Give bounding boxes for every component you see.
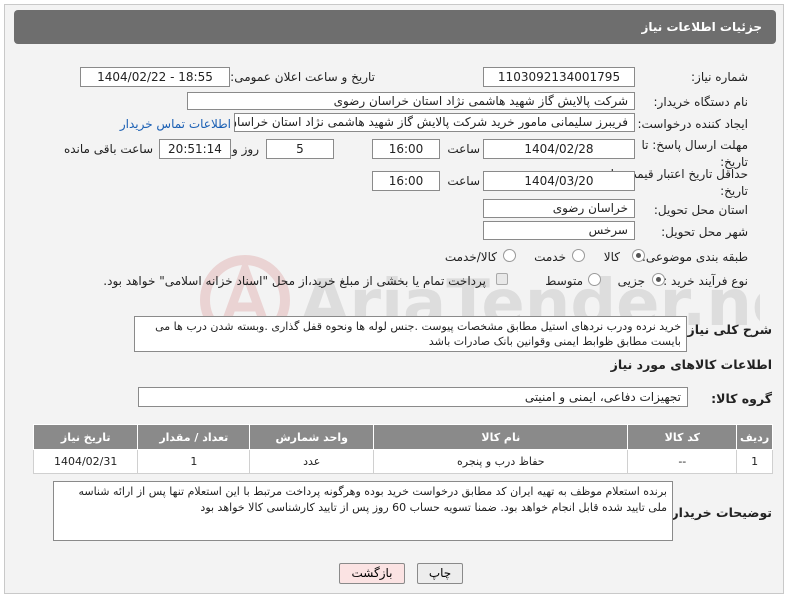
buyer-org-label: نام دستگاه خریدار: — [653, 95, 749, 109]
col-qty: تعداد / مقدار — [137, 424, 251, 450]
process-radio-medium[interactable] — [588, 273, 601, 286]
description-label: شرح کلی نیاز: — [682, 322, 772, 337]
days-field: 5 — [266, 139, 334, 159]
need-number-field: 1103092134001795 — [483, 67, 635, 87]
remaining-word: ساعت باقی مانده — [63, 142, 153, 156]
treasury-payment-note: پرداخت تمام یا بخشی از مبلغ خرید،از محل … — [103, 274, 486, 288]
process-option-minor: جزیی — [617, 274, 645, 288]
cell-name: حفاظ درب و پنجره — [373, 449, 629, 474]
category-option-service: خدمت — [534, 250, 566, 264]
price-validity-date-field: 1404/03/20 — [483, 171, 635, 191]
deadline-time-field: 16:00 — [372, 139, 440, 159]
price-validity-time-field: 16:00 — [372, 171, 440, 191]
cell-code: -- — [627, 449, 738, 474]
province-label: استان محل تحویل: — [653, 203, 748, 217]
category-option-both: کالا/خدمت — [444, 250, 497, 264]
price-validity-time-word: ساعت — [447, 174, 480, 188]
buyer-contact-link[interactable]: اطلاعات تماس خریدار — [120, 117, 231, 131]
province-field: خراسان رضوی — [483, 199, 635, 218]
category-radio-both[interactable] — [503, 249, 516, 262]
days-word: روز و — [232, 142, 259, 156]
buyer-org-field: شرکت پالایش گاز شهید هاشمی نژاد استان خر… — [187, 92, 635, 110]
process-radio-minor[interactable] — [652, 273, 665, 286]
goods-group-label: گروه کالا: — [711, 391, 772, 406]
category-radio-service[interactable] — [572, 249, 585, 262]
cell-row: 1 — [736, 449, 773, 474]
treasury-payment-checkbox[interactable] — [496, 273, 508, 285]
description-textarea[interactable]: خرید نرده ودرب نردهای استیل مطابق مشخصات… — [134, 316, 687, 352]
back-button[interactable]: بازگشت — [339, 563, 405, 584]
category-option-goods: کالا — [603, 250, 620, 264]
deadline-time-word: ساعت — [447, 142, 480, 156]
announce-field: 1404/02/22 - 18:55 — [80, 67, 230, 87]
city-label: شهر محل تحویل: — [661, 225, 748, 239]
page-title: جزئیات اطلاعات نیاز — [14, 10, 776, 44]
col-unit: واحد شمارش — [249, 424, 375, 450]
cell-qty: 1 — [137, 449, 251, 474]
category-radio-goods[interactable] — [632, 249, 645, 262]
col-row: ردیف — [736, 424, 773, 450]
col-date: تاریخ نیاز — [32, 424, 139, 450]
need-number-label: شماره نیاز: — [691, 70, 748, 84]
deadline-date-field: 1404/02/28 — [483, 139, 635, 159]
remaining-time-field: 20:51:14 — [159, 139, 231, 159]
cell-unit: عدد — [249, 449, 375, 474]
goods-group-field: تجهیزات دفاعی، ایمنی و امنیتی — [138, 387, 688, 407]
cell-date: 1404/02/31 — [32, 449, 139, 474]
goods-section-title: اطلاعات کالاهای مورد نیاز — [610, 357, 772, 372]
requester-field: فریبرز سلیمانی مامور خرید شرکت پالایش گا… — [234, 113, 635, 132]
col-code: کد کالا — [627, 424, 738, 450]
requester-label: ایجاد کننده درخواست: — [637, 117, 748, 131]
table-row: 1 -- حفاظ درب و پنجره عدد 1 1404/02/31 — [32, 449, 773, 474]
print-button[interactable]: چاپ — [417, 563, 463, 584]
goods-table: ردیف کد کالا نام کالا واحد شمارش تعداد /… — [32, 424, 773, 474]
process-option-medium: متوسط — [545, 274, 583, 288]
city-field: سرخس — [483, 221, 635, 240]
buyer-notes-label: توضیحات خریدار: — [666, 505, 772, 520]
col-name: نام کالا — [373, 424, 629, 450]
announce-label: تاریخ و ساعت اعلان عمومی: — [230, 70, 375, 84]
category-label: طبقه بندی موضوعی: — [641, 250, 748, 264]
process-label: نوع فرآیند خرید : — [663, 274, 748, 288]
buyer-notes-textarea[interactable]: برنده استعلام موظف به تهیه ایران کد مطاب… — [53, 481, 673, 541]
